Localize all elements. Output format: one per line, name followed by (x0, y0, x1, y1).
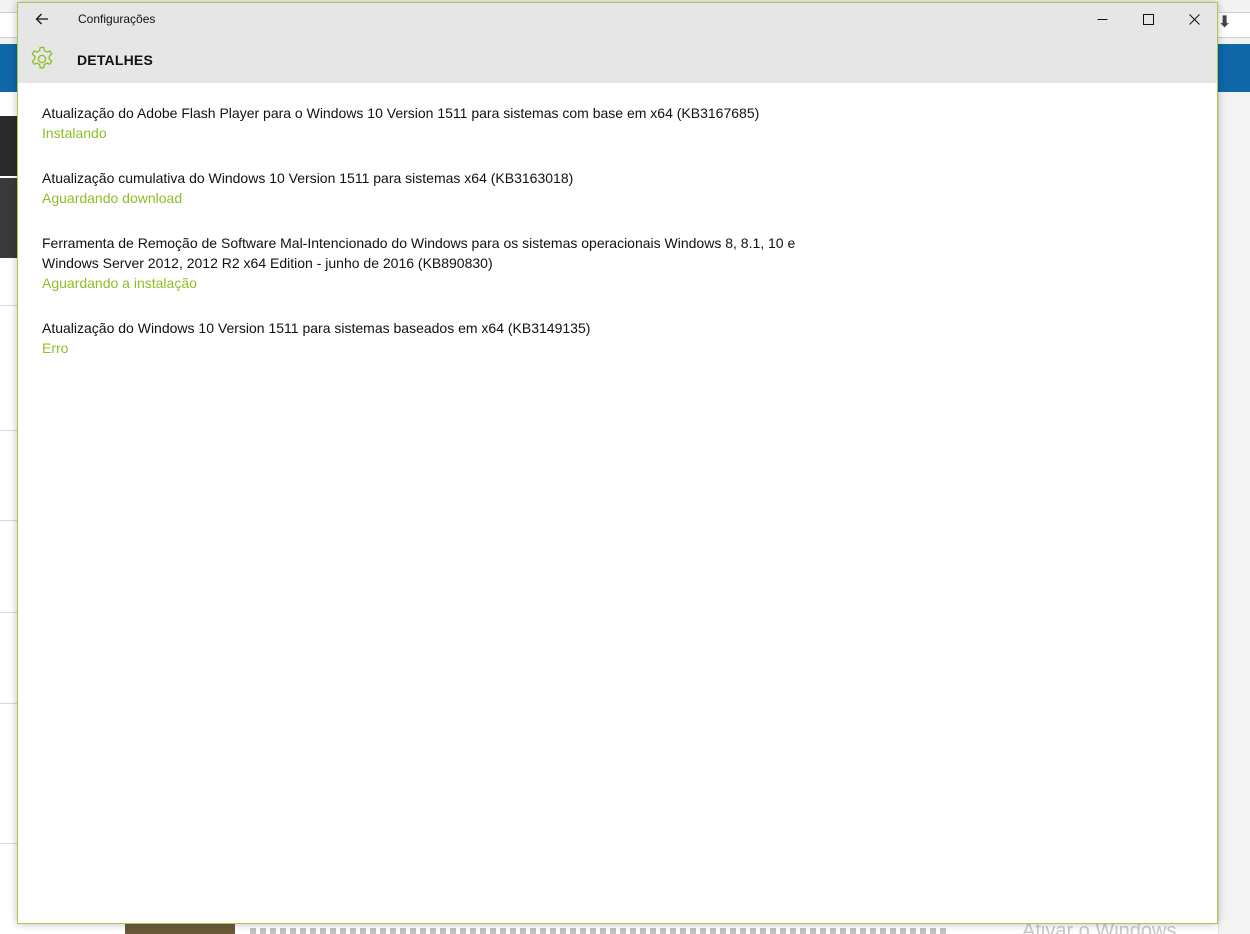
update-name: Atualização cumulativa do Windows 10 Ver… (42, 170, 574, 186)
update-name-line: Ferramenta de Remoção de Software Mal-In… (42, 235, 796, 251)
background-image-strip (0, 178, 18, 258)
update-name-line: Windows Server 2012, 2012 R2 x64 Edition… (42, 255, 493, 271)
minimize-button[interactable] (1079, 3, 1125, 35)
page-header: DETALHES (18, 35, 1217, 83)
background-sidebar (1218, 92, 1250, 934)
background-divider (0, 703, 18, 704)
background-divider (0, 520, 18, 521)
background-divider (0, 430, 18, 431)
title-bar[interactable]: Configurações (18, 3, 1217, 35)
update-status: Erro (42, 340, 69, 356)
update-item: Atualização do Windows 10 Version 1511 p… (42, 318, 1142, 358)
update-status: Aguardando download (42, 190, 183, 206)
background-thumbnail (125, 924, 235, 934)
minimize-icon (1097, 18, 1107, 20)
window-title: Configurações (78, 12, 156, 26)
update-name: Atualização do Adobe Flash Player para o… (42, 105, 760, 121)
gear-icon (31, 46, 53, 69)
background-divider (0, 612, 18, 613)
close-icon (1188, 13, 1200, 25)
update-status: Aguardando a instalação (42, 275, 197, 291)
settings-window: Configurações DETALHES Atualização do Ad… (17, 2, 1218, 924)
background-image-strip (0, 116, 18, 176)
back-button[interactable] (26, 3, 58, 35)
update-name: Atualização do Windows 10 Version 1511 p… (42, 320, 591, 336)
background-divider (0, 305, 18, 306)
update-item: Atualização do Adobe Flash Player para o… (42, 103, 1142, 143)
download-icon: ⬇ (1218, 14, 1232, 31)
update-status: Instalando (42, 125, 107, 141)
update-item: Ferramenta de Remoção de Software Mal-In… (42, 233, 1142, 293)
close-button[interactable] (1171, 3, 1217, 35)
back-arrow-icon (35, 13, 48, 25)
page-title: DETALHES (77, 52, 154, 68)
background-divider (0, 843, 18, 844)
maximize-button[interactable] (1125, 3, 1171, 35)
background-text (250, 928, 950, 934)
update-item: Atualização cumulativa do Windows 10 Ver… (42, 168, 1142, 208)
maximize-icon (1142, 13, 1154, 25)
